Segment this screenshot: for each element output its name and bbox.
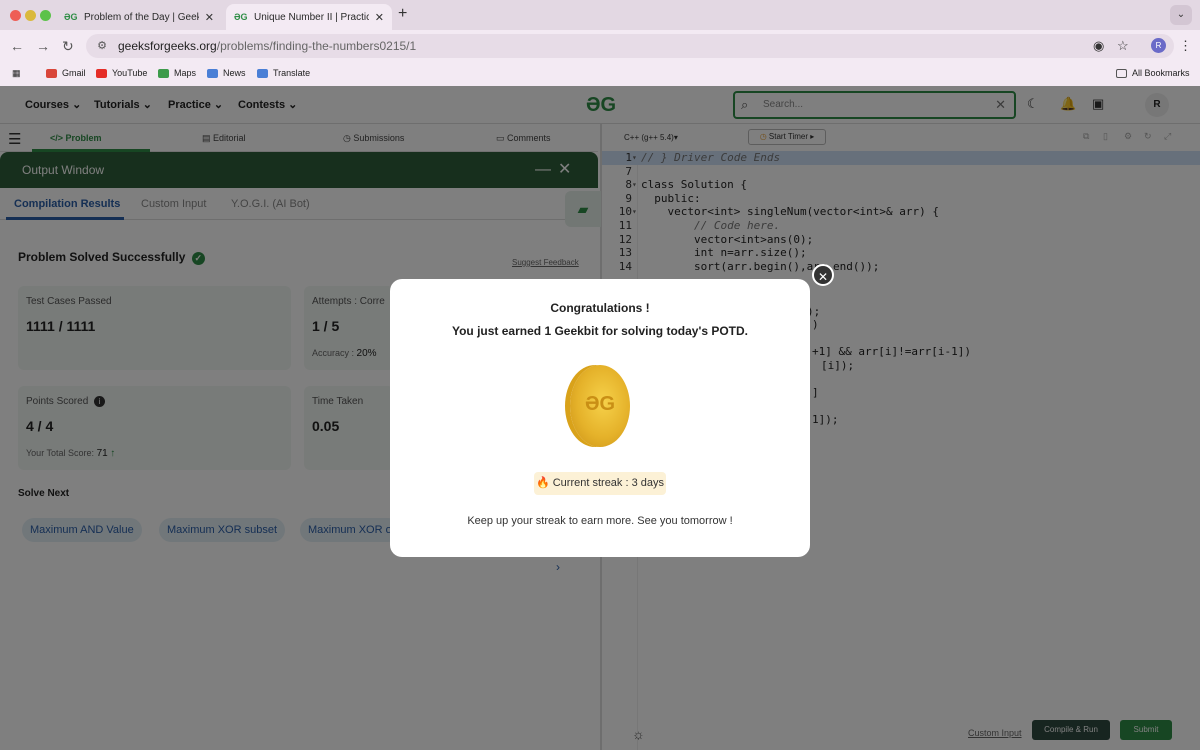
gfg-favicon-icon: ƏG <box>64 12 78 22</box>
bookmarks-bar: ▦ Gmail YouTube Maps News Translate All … <box>0 62 1200 86</box>
eye-off-icon[interactable]: ◉ <box>1093 38 1104 54</box>
back-arrow-icon[interactable]: ← <box>10 38 24 54</box>
bookmark-maps[interactable]: Maps <box>158 68 196 78</box>
geekbit-coin-icon: ƏG <box>570 365 630 447</box>
bookmark-translate[interactable]: Translate <box>257 68 310 78</box>
new-tab-button[interactable]: + <box>398 5 407 23</box>
translate-icon <box>257 68 268 78</box>
bookmark-star-icon[interactable]: ☆ <box>1117 38 1129 54</box>
site-info-icon[interactable]: ⚙ <box>94 38 110 54</box>
bookmark-gmail[interactable]: Gmail <box>46 68 86 78</box>
browser-tab-unique-number[interactable]: ƏG Unique Number II | Practice | ( ✕ <box>226 4 392 30</box>
maps-icon <box>158 68 169 78</box>
modal-title: Congratulations ! <box>550 301 650 315</box>
close-window-button[interactable] <box>10 10 21 21</box>
modal-footer: Keep up your streak to earn more. See yo… <box>467 515 733 527</box>
tab-search-button[interactable]: ⌄ <box>1170 5 1192 25</box>
reload-icon[interactable]: ↻ <box>62 38 74 55</box>
browser-menu-icon[interactable]: ⋮ <box>1179 38 1192 54</box>
url-site: geeksforgeeks.org <box>118 39 217 53</box>
profile-avatar[interactable]: R <box>1151 38 1166 53</box>
congrats-modal: Congratulations ! You just earned 1 Geek… <box>390 264 834 557</box>
apps-grid-icon[interactable]: ▦ <box>12 68 21 79</box>
address-bar-row: ← → ↻ ⚙ geeksforgeeks.org/problems/findi… <box>0 30 1200 62</box>
bookmark-label: Gmail <box>62 68 86 78</box>
tab-title: Unique Number II | Practice | ( <box>254 11 369 23</box>
bookmark-label: Translate <box>273 68 311 78</box>
url-field[interactable]: ⚙ geeksforgeeks.org/problems/finding-the… <box>86 34 1174 58</box>
tab-title: Problem of the Day | Geeksfo <box>84 11 199 23</box>
forward-arrow-icon[interactable]: → <box>36 38 50 54</box>
maximize-window-button[interactable] <box>40 10 51 21</box>
bookmark-label: News <box>223 68 246 78</box>
folder-icon <box>1116 68 1127 78</box>
close-modal-icon[interactable]: ✕ <box>812 264 834 286</box>
gmail-icon <box>46 68 57 78</box>
browser-tab-problem-of-the-day[interactable]: ƏG Problem of the Day | Geeksfo ✕ <box>56 4 222 30</box>
all-bookmarks[interactable]: All Bookmarks <box>1116 68 1190 78</box>
bookmark-label: YouTube <box>112 68 148 78</box>
bookmark-youtube[interactable]: YouTube <box>96 68 147 78</box>
close-tab-icon[interactable]: ✕ <box>205 11 214 24</box>
youtube-icon <box>96 68 107 78</box>
browser-tab-bar: ƏG Problem of the Day | Geeksfo ✕ ƏG Uni… <box>0 0 1200 30</box>
url-path: /problems/finding-the-numbers0215/1 <box>216 39 417 53</box>
bookmark-label: Maps <box>174 68 197 78</box>
close-tab-icon[interactable]: ✕ <box>375 11 384 24</box>
news-icon <box>207 68 218 78</box>
minimize-window-button[interactable] <box>25 10 36 21</box>
modal-subtitle: You just earned 1 Geekbit for solving to… <box>451 324 749 338</box>
streak-badge: 🔥 Current streak : 3 days <box>534 472 666 495</box>
gfg-favicon-icon: ƏG <box>234 12 248 22</box>
bookmark-news[interactable]: News <box>207 68 246 78</box>
bookmark-label: All Bookmarks <box>1132 68 1190 78</box>
